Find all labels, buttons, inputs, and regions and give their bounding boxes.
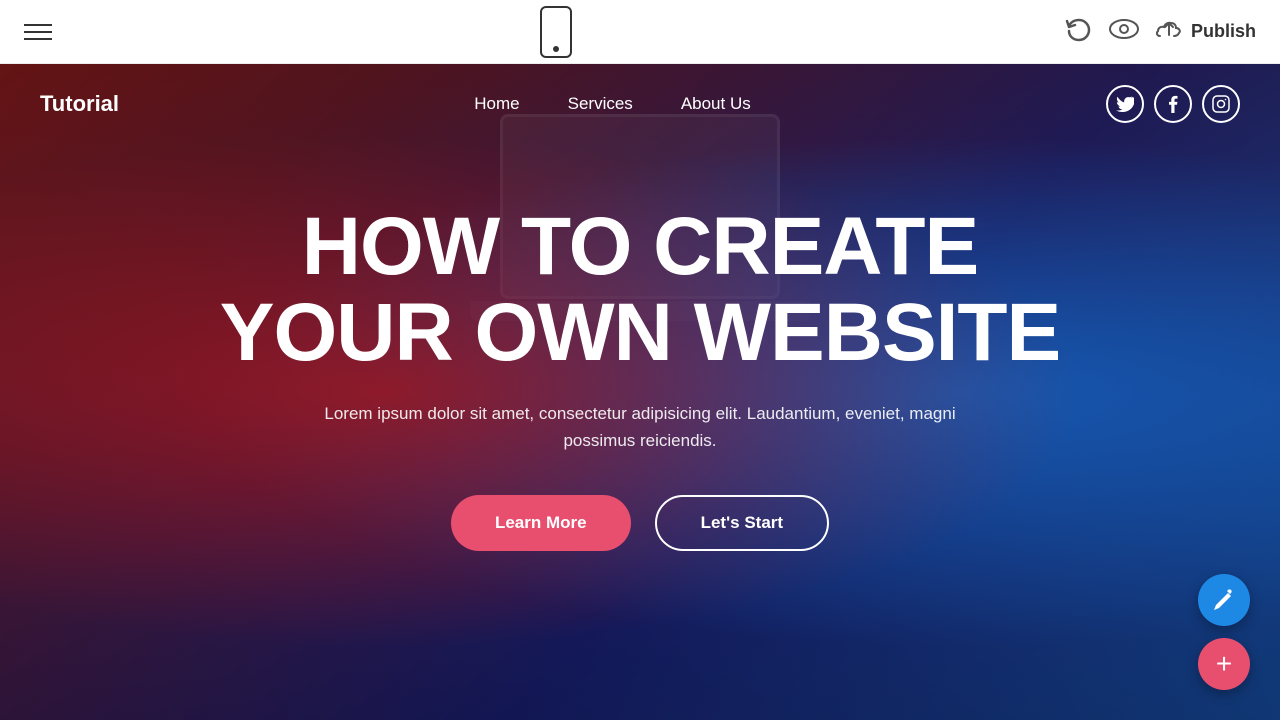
fab-container: + [1198, 574, 1250, 690]
toolbar-center [540, 6, 572, 58]
undo-button[interactable] [1061, 14, 1093, 50]
nav-link-home[interactable]: Home [474, 94, 519, 114]
lets-start-button[interactable]: Let's Start [655, 495, 829, 551]
hero-subtitle: Lorem ipsum dolor sit amet, consectetur … [290, 400, 990, 454]
publish-button[interactable]: Publish [1155, 21, 1256, 43]
twitter-icon[interactable] [1106, 85, 1144, 123]
mobile-preview-icon[interactable] [540, 6, 572, 58]
nav-link-services[interactable]: Services [568, 94, 633, 114]
fab-edit-button[interactable] [1198, 574, 1250, 626]
instagram-icon[interactable] [1202, 85, 1240, 123]
site-logo: Tutorial [40, 91, 119, 117]
facebook-icon[interactable] [1154, 85, 1192, 123]
toolbar: Publish [0, 0, 1280, 64]
site-nav-links: Home Services About Us [474, 94, 750, 114]
hamburger-menu-icon[interactable] [24, 24, 52, 40]
preview-button[interactable] [1109, 18, 1139, 46]
toolbar-left [24, 24, 52, 40]
hero-title-line2: YOUR OWN WEBSITE [220, 287, 1060, 378]
publish-label: Publish [1191, 21, 1256, 42]
hero-title-line1: HOW TO CREATE [302, 201, 978, 292]
fab-add-button[interactable]: + [1198, 638, 1250, 690]
site-nav: Tutorial Home Services About Us [0, 64, 1280, 144]
hero-buttons: Learn More Let's Start [0, 495, 1280, 551]
website-preview: Tutorial Home Services About Us [0, 64, 1280, 720]
nav-link-about[interactable]: About Us [681, 94, 751, 114]
hero-title: HOW TO CREATE YOUR OWN WEBSITE [0, 204, 1280, 376]
toolbar-right: Publish [1061, 14, 1256, 50]
learn-more-button[interactable]: Learn More [451, 495, 631, 551]
hero-content: HOW TO CREATE YOUR OWN WEBSITE Lorem ips… [0, 144, 1280, 551]
social-icons [1106, 85, 1240, 123]
